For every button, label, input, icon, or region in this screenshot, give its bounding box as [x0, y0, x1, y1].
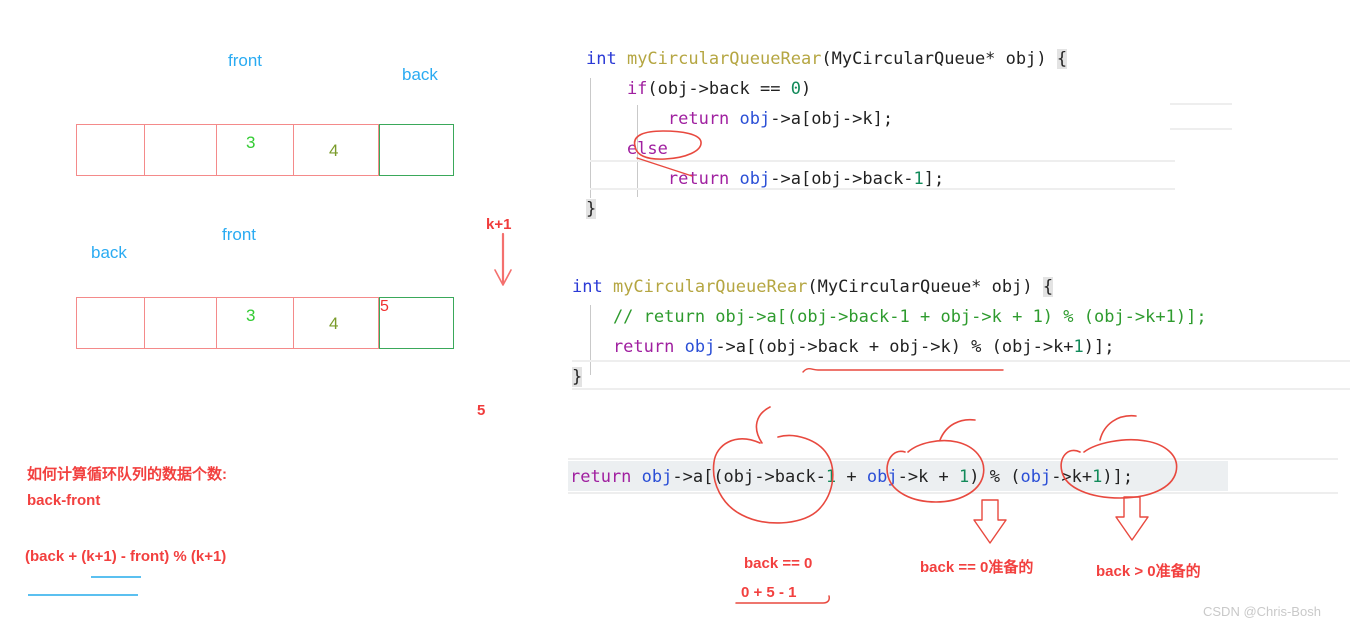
ink-arrow-down-1	[973, 499, 1007, 544]
code-token: 1	[959, 467, 970, 487]
code-token: )];	[1102, 467, 1134, 487]
code-token: ) % (	[969, 467, 1021, 487]
ink-circle-k-tail	[939, 418, 976, 441]
editor-line-fragment	[1170, 103, 1232, 105]
queue-cell	[76, 124, 144, 176]
annotation-0-plus-5-minus-1: 0 + 5 - 1	[741, 584, 797, 601]
code-block-2[interactable]: int myCircularQueueRear(MyCircularQueue*…	[572, 272, 1207, 392]
code-token: {	[1042, 277, 1054, 297]
annotation-back-eq-0: back == 0	[744, 555, 813, 572]
code-token: {	[1056, 49, 1068, 69]
code-token: return	[586, 169, 730, 189]
annotation-back-gt-0-prep: back > 0准备的	[1096, 563, 1201, 580]
queue-cell-green	[379, 124, 454, 176]
kplus1-label: k+1	[486, 216, 512, 233]
watermark: CSDN @Chris-Bosh	[1203, 604, 1321, 619]
code-token: )];	[1083, 337, 1115, 357]
queue-cell: 4	[293, 297, 379, 349]
code-token: obj	[631, 467, 673, 487]
code-token-else: else	[586, 139, 668, 159]
ink-arrow-head	[494, 269, 512, 286]
code-token: 1	[825, 467, 837, 487]
note-title: 如何计算循环队列的数据个数:	[27, 466, 227, 483]
queue-cell: 4	[293, 124, 379, 176]
code-token: if	[586, 79, 648, 99]
ink-circle-back-tail	[755, 406, 771, 444]
code-token: obj	[729, 169, 771, 189]
row2-front-label: front	[222, 225, 257, 244]
code-token: ->a[obj->back-	[770, 169, 914, 189]
code-token: int	[572, 277, 603, 297]
row2-back-label: back	[91, 243, 127, 262]
code-token: obj	[1020, 467, 1052, 487]
code-comment: // return obj->a[(obj->back-1 + obj->k +…	[572, 307, 1207, 327]
code-token: ->a[obj->k];	[770, 109, 894, 129]
editor-line-highlight	[568, 492, 1338, 494]
code-token: ->back-	[754, 467, 826, 487]
code-token: 1	[913, 169, 924, 189]
code-token: }	[586, 199, 597, 219]
code-token: myCircularQueueRear	[602, 277, 808, 297]
code-token: ->k+	[1051, 467, 1093, 487]
code-token: ->k +	[897, 467, 960, 487]
code-token: (MyCircularQueue* obj)	[821, 49, 1057, 69]
row1-back-label: back	[402, 65, 438, 84]
code-token: ->a[(obj	[672, 467, 755, 487]
queue-row-1: 3 4	[76, 124, 454, 176]
screenshot-canvas: front back 3 4 front back 3 4 5 k+1 5 如何…	[0, 0, 1350, 626]
queue-cell: 3	[216, 124, 293, 176]
code-token: obj	[866, 467, 898, 487]
queue-cell	[76, 297, 144, 349]
code-token: )	[800, 79, 812, 99]
row1-front-label: front	[228, 51, 263, 70]
code-token: obj	[674, 337, 716, 357]
code-token: }	[572, 367, 583, 387]
code-token: return	[572, 337, 675, 357]
ink-circle-mod-tail	[1099, 415, 1137, 441]
editor-line-highlight	[568, 458, 1338, 460]
ink-arrow-down-2	[1115, 496, 1149, 541]
code-block-3[interactable]: return obj->a[(obj->back-1 + obj->k + 1)…	[570, 464, 1133, 490]
queue-cell: 3	[216, 297, 293, 349]
queue-cell	[144, 124, 216, 176]
note-formula: (back + (k+1) - front) % (k+1)	[25, 548, 227, 565]
code-token: +	[836, 467, 867, 487]
code-token: return	[570, 467, 632, 487]
code-token: obj	[729, 109, 771, 129]
code-token: ];	[923, 169, 945, 189]
underline-2	[28, 594, 138, 596]
code-token: 1	[1092, 467, 1103, 487]
code-token: myCircularQueueRear	[616, 49, 822, 69]
note-line2: back-front	[27, 492, 101, 509]
underline-1	[91, 576, 141, 578]
five-label: 5	[477, 402, 486, 419]
code-token: 0	[790, 79, 801, 99]
queue-row-2: 3 4 5	[76, 297, 454, 349]
code-token: (MyCircularQueue* obj)	[807, 277, 1043, 297]
code-token: (obj->back ==	[647, 79, 791, 99]
code-token: ->a[(obj->back + obj->k) % (obj->k+	[715, 337, 1074, 357]
code-block-1[interactable]: int myCircularQueueRear(MyCircularQueue*…	[586, 44, 1068, 224]
code-token: int	[586, 49, 617, 69]
queue-cell-green: 5	[379, 297, 454, 349]
editor-line-fragment	[1170, 128, 1232, 130]
code-token: 1	[1073, 337, 1084, 357]
code-token: return	[586, 109, 730, 129]
annotation-back-eq-0-prep: back == 0准备的	[920, 559, 1034, 576]
queue-cell	[144, 297, 216, 349]
